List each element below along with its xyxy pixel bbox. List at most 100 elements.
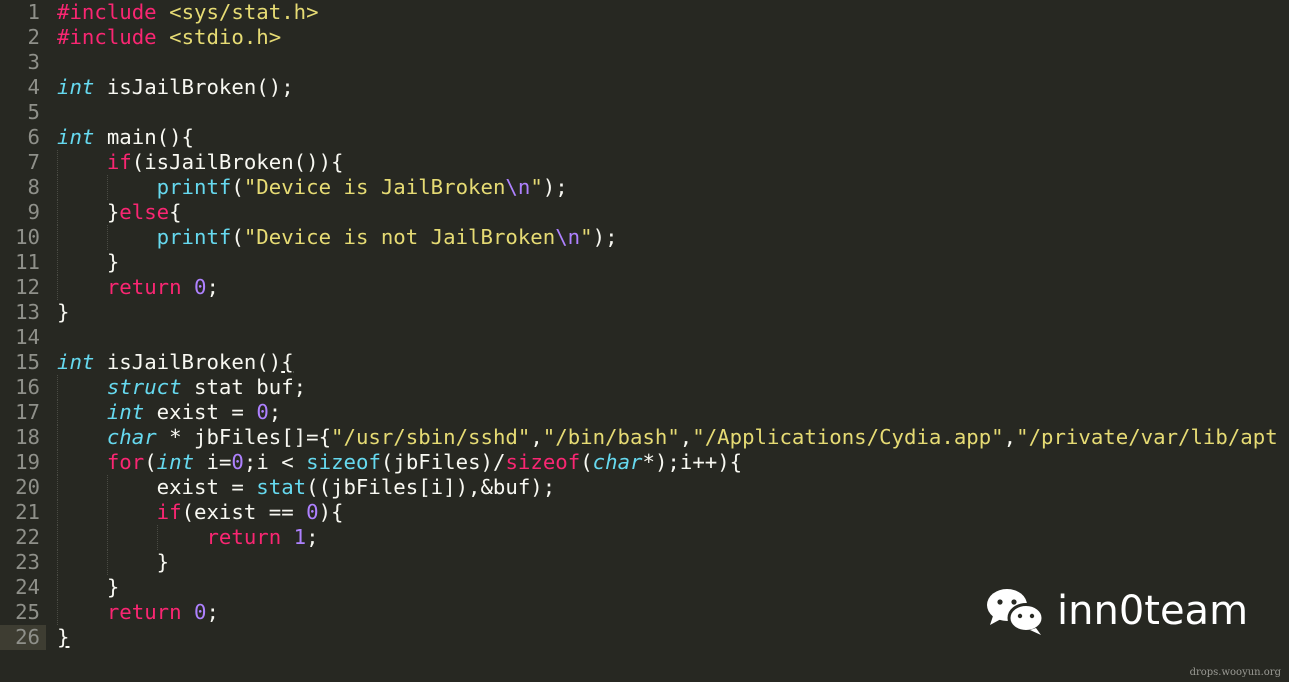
code-area[interactable]: 1 #include <sys/stat.h> 2 #include <stdio.h… [0, 0, 1278, 650]
code-text[interactable]: } [46, 300, 69, 325]
code-token: if [106, 150, 132, 174]
code-text[interactable]: #include <stdio.h> [46, 25, 281, 50]
code-text[interactable]: char * jbFiles[]={"/usr/sbin/sshd","/bin… [46, 425, 1278, 450]
watermark-text: inn0team [1057, 588, 1249, 634]
code-token: "/Applications/Cydia.app" [692, 425, 1004, 449]
code-line[interactable]: 1 #include <sys/stat.h> [0, 0, 1278, 25]
code-token: *);i++){ [642, 450, 743, 474]
code-line[interactable]: 21 if(exist == 0){ [0, 500, 1278, 525]
code-text[interactable]: return 1; [46, 525, 318, 550]
code-line[interactable]: 15 int isJailBroken(){ [0, 350, 1278, 375]
indent-guide [57, 475, 58, 500]
code-token: <sys/stat.h> [169, 0, 319, 24]
code-text[interactable]: #include <sys/stat.h> [46, 0, 319, 25]
indent-guide [106, 225, 108, 250]
code-line[interactable]: 2 #include <stdio.h> [0, 25, 1278, 50]
code-text[interactable]: return 0; [46, 275, 219, 300]
indent-guide [106, 475, 108, 500]
code-line[interactable]: 18 char * jbFiles[]={"/usr/sbin/sshd","/… [0, 425, 1278, 450]
code-token: return [106, 275, 195, 299]
code-text[interactable]: if(exist == 0){ [46, 500, 344, 525]
code-line[interactable]: 19 for(int i=0;i < sizeof(jbFiles)/sizeo… [0, 450, 1278, 475]
code-line[interactable]: 20 exist = stat((jbFiles[i]),&buf); [0, 475, 1278, 500]
indent-guide [106, 175, 108, 200]
code-token: int [156, 450, 195, 474]
code-text[interactable]: exist = stat((jbFiles[i]),&buf); [46, 475, 556, 500]
code-token: (exist == [181, 500, 307, 524]
code-text[interactable]: return 0; [46, 600, 219, 625]
code-token: ( [144, 450, 157, 474]
code-text[interactable]: } [46, 625, 69, 650]
code-token: ( [580, 450, 593, 474]
line-number: 24 [15, 575, 40, 599]
line-number: 11 [15, 250, 40, 274]
code-line[interactable]: 3 [0, 50, 1278, 75]
code-token: exist = [156, 475, 257, 499]
code-token: ); [542, 175, 568, 199]
code-token: return [106, 600, 195, 624]
code-text[interactable]: int exist = 0; [46, 400, 281, 425]
code-token: int [57, 125, 95, 149]
code-token: , [679, 425, 693, 449]
code-token: ( [231, 225, 244, 249]
code-token: exist = [144, 400, 257, 424]
indent-guide [57, 425, 58, 450]
code-editor[interactable]: 1 #include <sys/stat.h> 2 #include <stdio.h… [0, 0, 1289, 682]
indent-guide [57, 375, 58, 400]
site-credit: drops.wooyun.org [1189, 667, 1281, 678]
code-text[interactable]: printf("Device is JailBroken\n"); [46, 175, 568, 200]
code-text[interactable]: int isJailBroken(){ [46, 350, 294, 375]
line-number: 5 [27, 100, 40, 124]
code-line[interactable]: 12 return 0; [0, 275, 1278, 300]
code-line[interactable]: 7 if(isJailBroken()){ [0, 150, 1278, 175]
code-line[interactable]: 23 } [0, 550, 1278, 575]
code-line[interactable]: 14 [0, 325, 1278, 350]
code-token: sizeof [505, 450, 581, 474]
line-number: 12 [15, 275, 40, 299]
line-number: 20 [15, 475, 40, 499]
line-number: 13 [15, 300, 40, 324]
code-line[interactable]: 22 return 1; [0, 525, 1278, 550]
code-line[interactable]: 13} [0, 300, 1278, 325]
indent-guide [106, 525, 108, 550]
code-line[interactable]: 17 int exist = 0; [0, 400, 1278, 425]
code-token: (isJailBroken()){ [131, 150, 344, 174]
code-token: printf [156, 175, 232, 199]
code-text[interactable]: struct stat buf; [46, 375, 306, 400]
code-line[interactable]: 9 }else{ [0, 200, 1278, 225]
code-token: #include [57, 25, 170, 49]
line-number: 1 [27, 0, 40, 24]
code-text[interactable]: int isJailBroken(); [46, 75, 294, 100]
line-number: 19 [15, 450, 40, 474]
code-token: sizeof [306, 450, 381, 474]
code-line[interactable]: 8 printf("Device is JailBroken\n"); [0, 175, 1278, 200]
code-text[interactable]: printf("Device is not JailBroken\n"); [46, 225, 618, 250]
code-token: ;i < [243, 450, 307, 474]
code-line[interactable]: 16 struct stat buf; [0, 375, 1278, 400]
line-number: 23 [15, 550, 40, 574]
code-token: int [57, 75, 95, 99]
line-number: 2 [27, 25, 40, 49]
code-text[interactable]: int main(){ [46, 125, 194, 150]
code-token: 0 [306, 500, 319, 524]
code-token: i= [194, 450, 232, 474]
code-token: int [106, 400, 145, 424]
code-line[interactable]: 10 printf("Device is not JailBroken\n"); [0, 225, 1278, 250]
line-number: 4 [27, 75, 40, 99]
code-token: "/usr/sbin/sshd" [331, 425, 531, 449]
code-line[interactable]: 6 int main(){ [0, 125, 1278, 150]
code-line[interactable]: 5 [0, 100, 1278, 125]
code-text[interactable]: for(int i=0;i < sizeof(jbFiles)/sizeof(c… [46, 450, 742, 475]
indent-guide [57, 400, 58, 425]
line-number: 25 [15, 600, 40, 624]
code-text[interactable]: if(isJailBroken()){ [46, 150, 344, 175]
code-line[interactable]: 11 } [0, 250, 1278, 275]
code-token: * jbFiles[]={ [156, 425, 332, 449]
code-text[interactable]: }else{ [46, 200, 182, 225]
code-token: int [57, 350, 95, 374]
indent-guide [106, 500, 108, 525]
code-token: isJailBroken(); [94, 75, 294, 99]
code-line[interactable]: 4 int isJailBroken(); [0, 75, 1278, 100]
code-token: return [206, 525, 294, 549]
code-token: if [156, 500, 182, 524]
